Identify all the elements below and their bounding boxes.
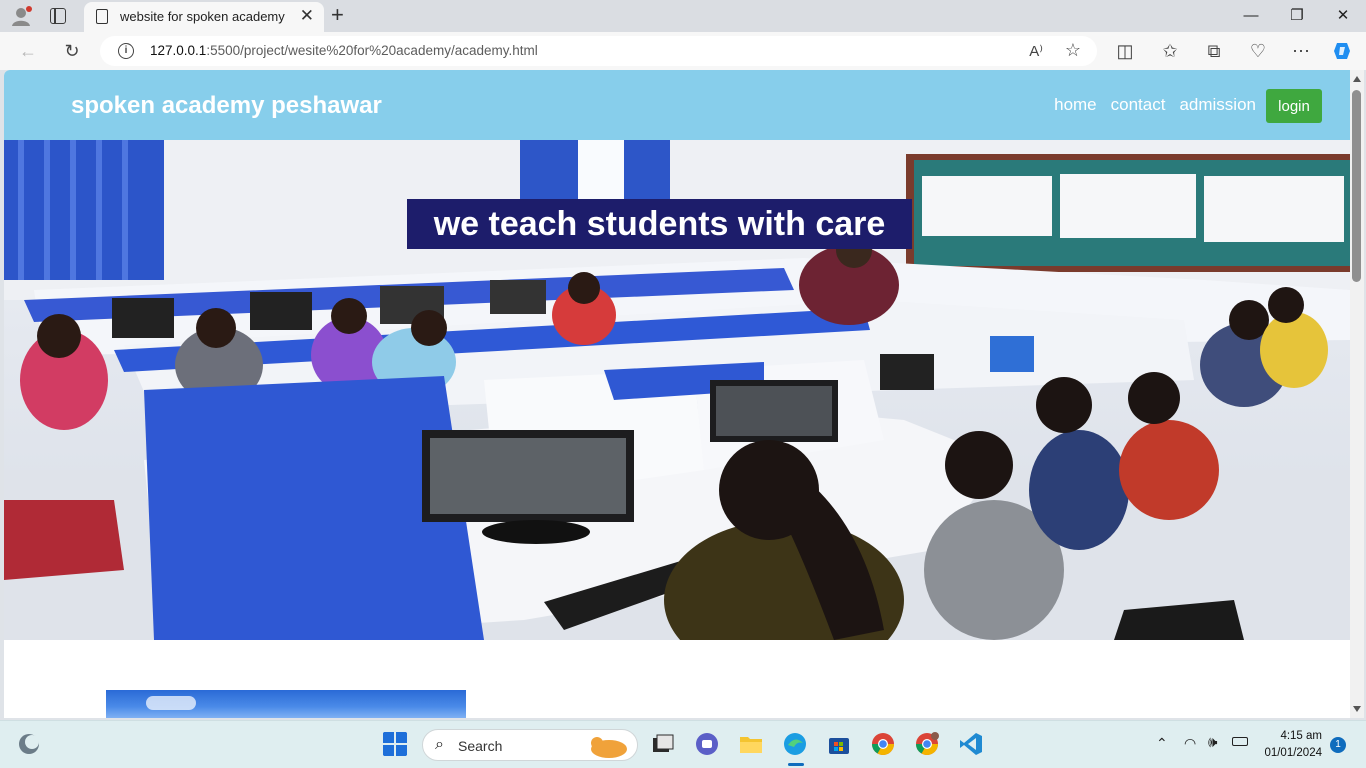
back-icon[interactable]: ← bbox=[17, 40, 39, 62]
section-image-preview bbox=[106, 690, 466, 718]
clock-time[interactable]: 4:15 am bbox=[1252, 730, 1322, 742]
page-scrollbar[interactable] bbox=[1350, 70, 1364, 718]
page-viewport: spoken academy peshawar home contact adm… bbox=[4, 70, 1350, 718]
notification-badge[interactable]: 1 bbox=[1330, 737, 1346, 753]
widgets-weather-icon[interactable] bbox=[16, 731, 42, 757]
site-info-icon[interactable]: i bbox=[118, 43, 134, 59]
volume-icon[interactable]: 🕪 bbox=[1208, 734, 1217, 751]
active-app-indicator bbox=[788, 763, 804, 766]
favorite-star-icon[interactable]: ☆ bbox=[1065, 40, 1081, 61]
show-hidden-icons[interactable]: ⌃ bbox=[1156, 735, 1168, 752]
browser-tab-strip: website for spoken academy ✕ + — ❐ ✕ bbox=[0, 0, 1366, 32]
browser-essentials-icon[interactable]: ♡ bbox=[1247, 40, 1269, 62]
windows-taskbar: ⌕ Search ⌃ ◠ 🕪 4:15 am 01/01/2024 1 bbox=[0, 720, 1366, 768]
login-button[interactable]: login bbox=[1266, 89, 1322, 123]
hero-image: we teach students with care bbox=[4, 140, 1350, 640]
chrome-icon[interactable] bbox=[870, 731, 896, 757]
search-icon: ⌕ bbox=[435, 736, 444, 753]
edge-browser-icon[interactable] bbox=[782, 731, 808, 757]
task-view-icon[interactable] bbox=[650, 731, 676, 757]
battery-icon[interactable] bbox=[1232, 737, 1248, 746]
refresh-icon[interactable]: ↻ bbox=[61, 40, 83, 62]
collections-icon[interactable]: ⧉ bbox=[1203, 40, 1225, 62]
nav-contact-link[interactable]: contact bbox=[1111, 95, 1166, 115]
read-aloud-icon[interactable]: A⁾ bbox=[1029, 42, 1043, 60]
windows-start-icon[interactable] bbox=[382, 731, 408, 757]
favorites-icon[interactable]: ✩ bbox=[1159, 40, 1181, 62]
close-tab-icon[interactable]: ✕ bbox=[300, 7, 314, 24]
copilot-icon[interactable] bbox=[1331, 40, 1353, 62]
more-menu-icon[interactable]: ⋯ bbox=[1290, 40, 1312, 62]
vscode-icon[interactable] bbox=[958, 731, 984, 757]
site-header: spoken academy peshawar home contact adm… bbox=[4, 70, 1350, 140]
tab-title: website for spoken academy bbox=[120, 9, 285, 24]
close-window-icon[interactable]: ✕ bbox=[1320, 4, 1366, 28]
new-tab-icon[interactable]: + bbox=[331, 4, 344, 26]
taskbar-search[interactable]: ⌕ Search bbox=[422, 729, 638, 761]
minimize-icon[interactable]: — bbox=[1228, 4, 1274, 28]
split-screen-icon[interactable]: ◫ bbox=[1114, 40, 1136, 62]
browser-toolbar: ← ↻ i 127.0.0.1:5500/project/wesite%20fo… bbox=[0, 32, 1366, 70]
site-nav: home contact admission bbox=[1054, 95, 1256, 115]
page-icon bbox=[96, 9, 108, 24]
wifi-icon[interactable]: ◠ bbox=[1184, 735, 1196, 752]
scroll-down-icon[interactable] bbox=[1353, 706, 1361, 712]
tab-actions-icon[interactable] bbox=[50, 8, 66, 24]
url-text[interactable]: 127.0.0.1:5500/project/wesite%20for%20ac… bbox=[150, 43, 538, 58]
clock-date[interactable]: 01/01/2024 bbox=[1252, 747, 1322, 759]
address-bar[interactable]: i 127.0.0.1:5500/project/wesite%20for%20… bbox=[100, 36, 1097, 66]
profile-avatar-icon[interactable] bbox=[10, 5, 32, 27]
scroll-up-icon[interactable] bbox=[1353, 76, 1361, 82]
file-explorer-icon[interactable] bbox=[738, 731, 764, 757]
search-highlight-icon bbox=[591, 737, 627, 758]
search-label: Search bbox=[458, 738, 503, 754]
chrome-profile-icon[interactable] bbox=[914, 731, 940, 757]
nav-home-link[interactable]: home bbox=[1054, 95, 1097, 115]
microsoft-store-icon[interactable] bbox=[826, 731, 852, 757]
scrollbar-thumb[interactable] bbox=[1352, 90, 1361, 282]
hero-caption: we teach students with care bbox=[407, 199, 912, 249]
nav-admission-link[interactable]: admission bbox=[1179, 95, 1256, 115]
site-brand[interactable]: spoken academy peshawar bbox=[71, 92, 382, 120]
browser-tab[interactable]: website for spoken academy ✕ bbox=[84, 2, 324, 32]
teams-chat-icon[interactable] bbox=[694, 731, 720, 757]
restore-icon[interactable]: ❐ bbox=[1274, 4, 1320, 28]
